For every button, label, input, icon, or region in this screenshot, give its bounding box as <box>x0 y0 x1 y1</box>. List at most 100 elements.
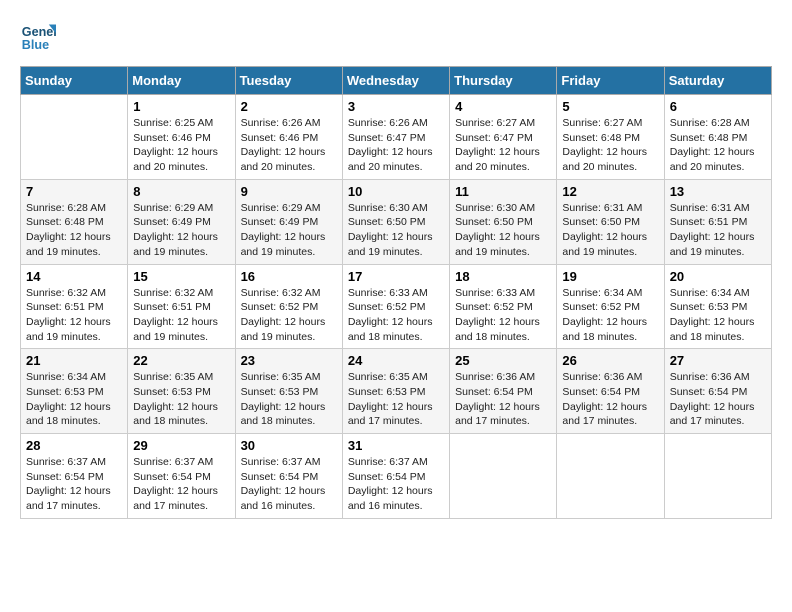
day-number: 27 <box>670 353 766 368</box>
calendar-cell: 24Sunrise: 6:35 AM Sunset: 6:53 PM Dayli… <box>342 349 449 434</box>
calendar-cell: 28 Sunrise: 6:37 AM Sunset: 6:54 PM Dayli… <box>21 434 128 519</box>
day-info: Sunrise: 6:33 AM Sunset: 6:52 PM Dayligh… <box>455 286 551 345</box>
logo-icon: General Blue <box>20 20 56 56</box>
calendar-cell: 10 Sunrise: 6:30 AM Sunset: 6:50 PM Dayli… <box>342 179 449 264</box>
week-row-4: 21Sunrise: 6:34 AM Sunset: 6:53 PM Dayli… <box>21 349 772 434</box>
day-number: 1 <box>133 99 229 114</box>
day-number: 26 <box>562 353 658 368</box>
day-info: Sunrise: 6:32 AM Sunset: 6:51 PM Dayligh… <box>26 286 122 345</box>
day-info: Sunrise: 6:27 AM Sunset: 6:47 PM Dayligh… <box>455 116 551 175</box>
calendar-cell: 23Sunrise: 6:35 AM Sunset: 6:53 PM Dayli… <box>235 349 342 434</box>
day-info: Sunrise: 6:31 AM Sunset: 6:50 PM Dayligh… <box>562 201 658 260</box>
header-friday: Friday <box>557 67 664 95</box>
day-info: Sunrise: 6:28 AM Sunset: 6:48 PM Dayligh… <box>26 201 122 260</box>
calendar-cell: 9Sunrise: 6:29 AM Sunset: 6:49 PM Daylig… <box>235 179 342 264</box>
calendar-cell: 12 Sunrise: 6:31 AM Sunset: 6:50 PM Dayli… <box>557 179 664 264</box>
day-number: 10 <box>348 184 444 199</box>
week-row-5: 28 Sunrise: 6:37 AM Sunset: 6:54 PM Dayli… <box>21 434 772 519</box>
day-info: Sunrise: 6:37 AM Sunset: 6:54 PM Dayligh… <box>348 455 444 514</box>
day-info: Sunrise: 6:25 AM Sunset: 6:46 PM Dayligh… <box>133 116 229 175</box>
week-row-3: 14 Sunrise: 6:32 AM Sunset: 6:51 PM Dayli… <box>21 264 772 349</box>
day-number: 31 <box>348 438 444 453</box>
day-number: 9 <box>241 184 337 199</box>
calendar-cell: 4Sunrise: 6:27 AM Sunset: 6:47 PM Daylig… <box>450 95 557 180</box>
calendar-cell: 7 Sunrise: 6:28 AM Sunset: 6:48 PM Daylig… <box>21 179 128 264</box>
day-number: 6 <box>670 99 766 114</box>
logo: General Blue <box>20 20 60 56</box>
calendar-cell: 29 Sunrise: 6:37 AM Sunset: 6:54 PM Dayli… <box>128 434 235 519</box>
day-info: Sunrise: 6:36 AM Sunset: 6:54 PM Dayligh… <box>562 370 658 429</box>
calendar-cell: 30Sunrise: 6:37 AM Sunset: 6:54 PM Dayli… <box>235 434 342 519</box>
day-number: 17 <box>348 269 444 284</box>
page-header: General Blue <box>20 20 772 56</box>
header-wednesday: Wednesday <box>342 67 449 95</box>
calendar-header-row: SundayMondayTuesdayWednesdayThursdayFrid… <box>21 67 772 95</box>
week-row-2: 7 Sunrise: 6:28 AM Sunset: 6:48 PM Daylig… <box>21 179 772 264</box>
header-tuesday: Tuesday <box>235 67 342 95</box>
day-number: 21 <box>26 353 122 368</box>
day-number: 12 <box>562 184 658 199</box>
day-info: Sunrise: 6:29 AM Sunset: 6:49 PM Dayligh… <box>133 201 229 260</box>
calendar-cell: 5 Sunrise: 6:27 AM Sunset: 6:48 PM Daylig… <box>557 95 664 180</box>
day-number: 20 <box>670 269 766 284</box>
day-info: Sunrise: 6:37 AM Sunset: 6:54 PM Dayligh… <box>133 455 229 514</box>
header-thursday: Thursday <box>450 67 557 95</box>
day-info: Sunrise: 6:31 AM Sunset: 6:51 PM Dayligh… <box>670 201 766 260</box>
day-info: Sunrise: 6:37 AM Sunset: 6:54 PM Dayligh… <box>241 455 337 514</box>
calendar-cell: 1 Sunrise: 6:25 AM Sunset: 6:46 PM Daylig… <box>128 95 235 180</box>
day-number: 14 <box>26 269 122 284</box>
day-info: Sunrise: 6:26 AM Sunset: 6:47 PM Dayligh… <box>348 116 444 175</box>
day-info: Sunrise: 6:37 AM Sunset: 6:54 PM Dayligh… <box>26 455 122 514</box>
calendar-cell: 27 Sunrise: 6:36 AM Sunset: 6:54 PM Dayli… <box>664 349 771 434</box>
day-number: 22 <box>133 353 229 368</box>
calendar-cell: 3 Sunrise: 6:26 AM Sunset: 6:47 PM Daylig… <box>342 95 449 180</box>
day-info: Sunrise: 6:36 AM Sunset: 6:54 PM Dayligh… <box>455 370 551 429</box>
calendar-cell: 2Sunrise: 6:26 AM Sunset: 6:46 PM Daylig… <box>235 95 342 180</box>
day-info: Sunrise: 6:34 AM Sunset: 6:52 PM Dayligh… <box>562 286 658 345</box>
day-info: Sunrise: 6:35 AM Sunset: 6:53 PM Dayligh… <box>133 370 229 429</box>
calendar-cell: 16 Sunrise: 6:32 AM Sunset: 6:52 PM Dayli… <box>235 264 342 349</box>
day-info: Sunrise: 6:28 AM Sunset: 6:48 PM Dayligh… <box>670 116 766 175</box>
calendar-cell: 13Sunrise: 6:31 AM Sunset: 6:51 PM Dayli… <box>664 179 771 264</box>
calendar-cell: 19 Sunrise: 6:34 AM Sunset: 6:52 PM Dayli… <box>557 264 664 349</box>
calendar-cell <box>557 434 664 519</box>
svg-text:Blue: Blue <box>22 38 49 52</box>
calendar-cell: 26 Sunrise: 6:36 AM Sunset: 6:54 PM Dayli… <box>557 349 664 434</box>
day-number: 11 <box>455 184 551 199</box>
calendar-cell: 14 Sunrise: 6:32 AM Sunset: 6:51 PM Dayli… <box>21 264 128 349</box>
calendar-cell: 17 Sunrise: 6:33 AM Sunset: 6:52 PM Dayli… <box>342 264 449 349</box>
day-number: 15 <box>133 269 229 284</box>
calendar-cell <box>450 434 557 519</box>
day-info: Sunrise: 6:35 AM Sunset: 6:53 PM Dayligh… <box>348 370 444 429</box>
calendar-table: SundayMondayTuesdayWednesdayThursdayFrid… <box>20 66 772 519</box>
day-number: 7 <box>26 184 122 199</box>
calendar-cell: 8 Sunrise: 6:29 AM Sunset: 6:49 PM Daylig… <box>128 179 235 264</box>
day-number: 28 <box>26 438 122 453</box>
day-number: 16 <box>241 269 337 284</box>
week-row-1: 1 Sunrise: 6:25 AM Sunset: 6:46 PM Daylig… <box>21 95 772 180</box>
calendar-cell: 25Sunrise: 6:36 AM Sunset: 6:54 PM Dayli… <box>450 349 557 434</box>
calendar-cell: 6 Sunrise: 6:28 AM Sunset: 6:48 PM Daylig… <box>664 95 771 180</box>
day-info: Sunrise: 6:30 AM Sunset: 6:50 PM Dayligh… <box>455 201 551 260</box>
day-info: Sunrise: 6:30 AM Sunset: 6:50 PM Dayligh… <box>348 201 444 260</box>
day-number: 5 <box>562 99 658 114</box>
day-info: Sunrise: 6:33 AM Sunset: 6:52 PM Dayligh… <box>348 286 444 345</box>
day-info: Sunrise: 6:32 AM Sunset: 6:52 PM Dayligh… <box>241 286 337 345</box>
day-info: Sunrise: 6:32 AM Sunset: 6:51 PM Dayligh… <box>133 286 229 345</box>
day-info: Sunrise: 6:36 AM Sunset: 6:54 PM Dayligh… <box>670 370 766 429</box>
day-number: 19 <box>562 269 658 284</box>
day-number: 23 <box>241 353 337 368</box>
calendar-cell: 20Sunrise: 6:34 AM Sunset: 6:53 PM Dayli… <box>664 264 771 349</box>
header-saturday: Saturday <box>664 67 771 95</box>
day-number: 29 <box>133 438 229 453</box>
day-number: 2 <box>241 99 337 114</box>
calendar-cell: 22 Sunrise: 6:35 AM Sunset: 6:53 PM Dayli… <box>128 349 235 434</box>
day-info: Sunrise: 6:27 AM Sunset: 6:48 PM Dayligh… <box>562 116 658 175</box>
calendar-cell: 18 Sunrise: 6:33 AM Sunset: 6:52 PM Dayli… <box>450 264 557 349</box>
calendar-cell: 11 Sunrise: 6:30 AM Sunset: 6:50 PM Dayli… <box>450 179 557 264</box>
day-number: 8 <box>133 184 229 199</box>
day-number: 3 <box>348 99 444 114</box>
day-number: 18 <box>455 269 551 284</box>
calendar-cell: 31 Sunrise: 6:37 AM Sunset: 6:54 PM Dayli… <box>342 434 449 519</box>
calendar-cell: 21Sunrise: 6:34 AM Sunset: 6:53 PM Dayli… <box>21 349 128 434</box>
